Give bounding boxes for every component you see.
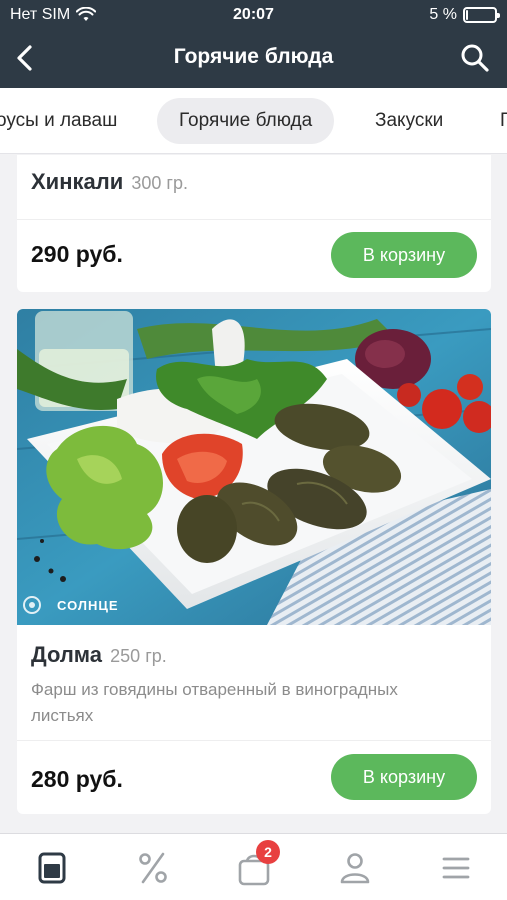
search-button[interactable]	[459, 42, 491, 74]
top-bar: Нет SIM 20:07 5 % Горячие блюда	[0, 0, 507, 88]
product-price: 290 руб.	[31, 241, 123, 267]
add-to-cart-button[interactable]: В корзину	[331, 232, 477, 278]
product-title: Долма 250 гр.	[31, 642, 167, 668]
tab-sauces[interactable]: оусы и лаваш	[0, 98, 117, 144]
product-list: Хинкали 300 гр. 290 руб. В корзину СОЛНЦ…	[0, 155, 507, 833]
percent-icon	[139, 852, 167, 884]
nav-bar: Горячие блюда	[0, 30, 507, 86]
profile-icon	[340, 853, 370, 884]
divider	[17, 219, 491, 220]
menu-card-icon	[38, 852, 66, 884]
product-price: 280 руб.	[31, 766, 123, 792]
battery-info: 5 %	[429, 6, 500, 24]
status-bar: Нет SIM 20:07 5 %	[0, 0, 507, 30]
page-title: Горячие блюда	[173, 45, 334, 68]
add-to-cart-button[interactable]: В корзину	[331, 754, 477, 800]
search-icon	[461, 44, 489, 72]
product-weight: 300 гр.	[131, 173, 188, 193]
product-description: Фарш из говядины отваренный в виноградны…	[31, 680, 398, 725]
product-card-khinkali: Хинкали 300 гр. 290 руб. В корзину	[17, 155, 491, 292]
product-card-dolma: СОЛНЦЕ Долма 250 гр. Фарш из говядины от…	[17, 309, 491, 814]
product-weight: 250 гр.	[110, 646, 167, 666]
nav-profile[interactable]	[335, 848, 375, 888]
cart-count-badge: 2	[256, 840, 280, 864]
hamburger-icon	[442, 857, 470, 879]
product-name: Долма	[31, 642, 103, 667]
divider	[17, 740, 491, 741]
product-photo[interactable]: СОЛНЦЕ	[17, 309, 491, 625]
photo-watermark: СОЛНЦЕ	[57, 598, 119, 613]
nav-cart[interactable]: 2	[234, 840, 280, 888]
product-name: Хинкали	[31, 169, 124, 194]
tab-next[interactable]: П	[500, 98, 507, 144]
nav-promotions[interactable]	[133, 848, 173, 888]
battery-icon	[463, 7, 500, 23]
product-title: Хинкали 300 гр.	[31, 169, 188, 195]
battery-percent: 5 %	[429, 6, 457, 23]
tab-hot-dishes[interactable]: Горячие блюда	[157, 98, 335, 144]
nav-menu[interactable]	[32, 848, 72, 888]
bottom-nav: 2	[0, 833, 507, 900]
category-tabs: оусы и лаваш Горячие блюда Закуски П	[0, 88, 507, 154]
tab-snacks[interactable]: Закуски	[375, 98, 443, 144]
nav-more[interactable]	[436, 848, 476, 888]
